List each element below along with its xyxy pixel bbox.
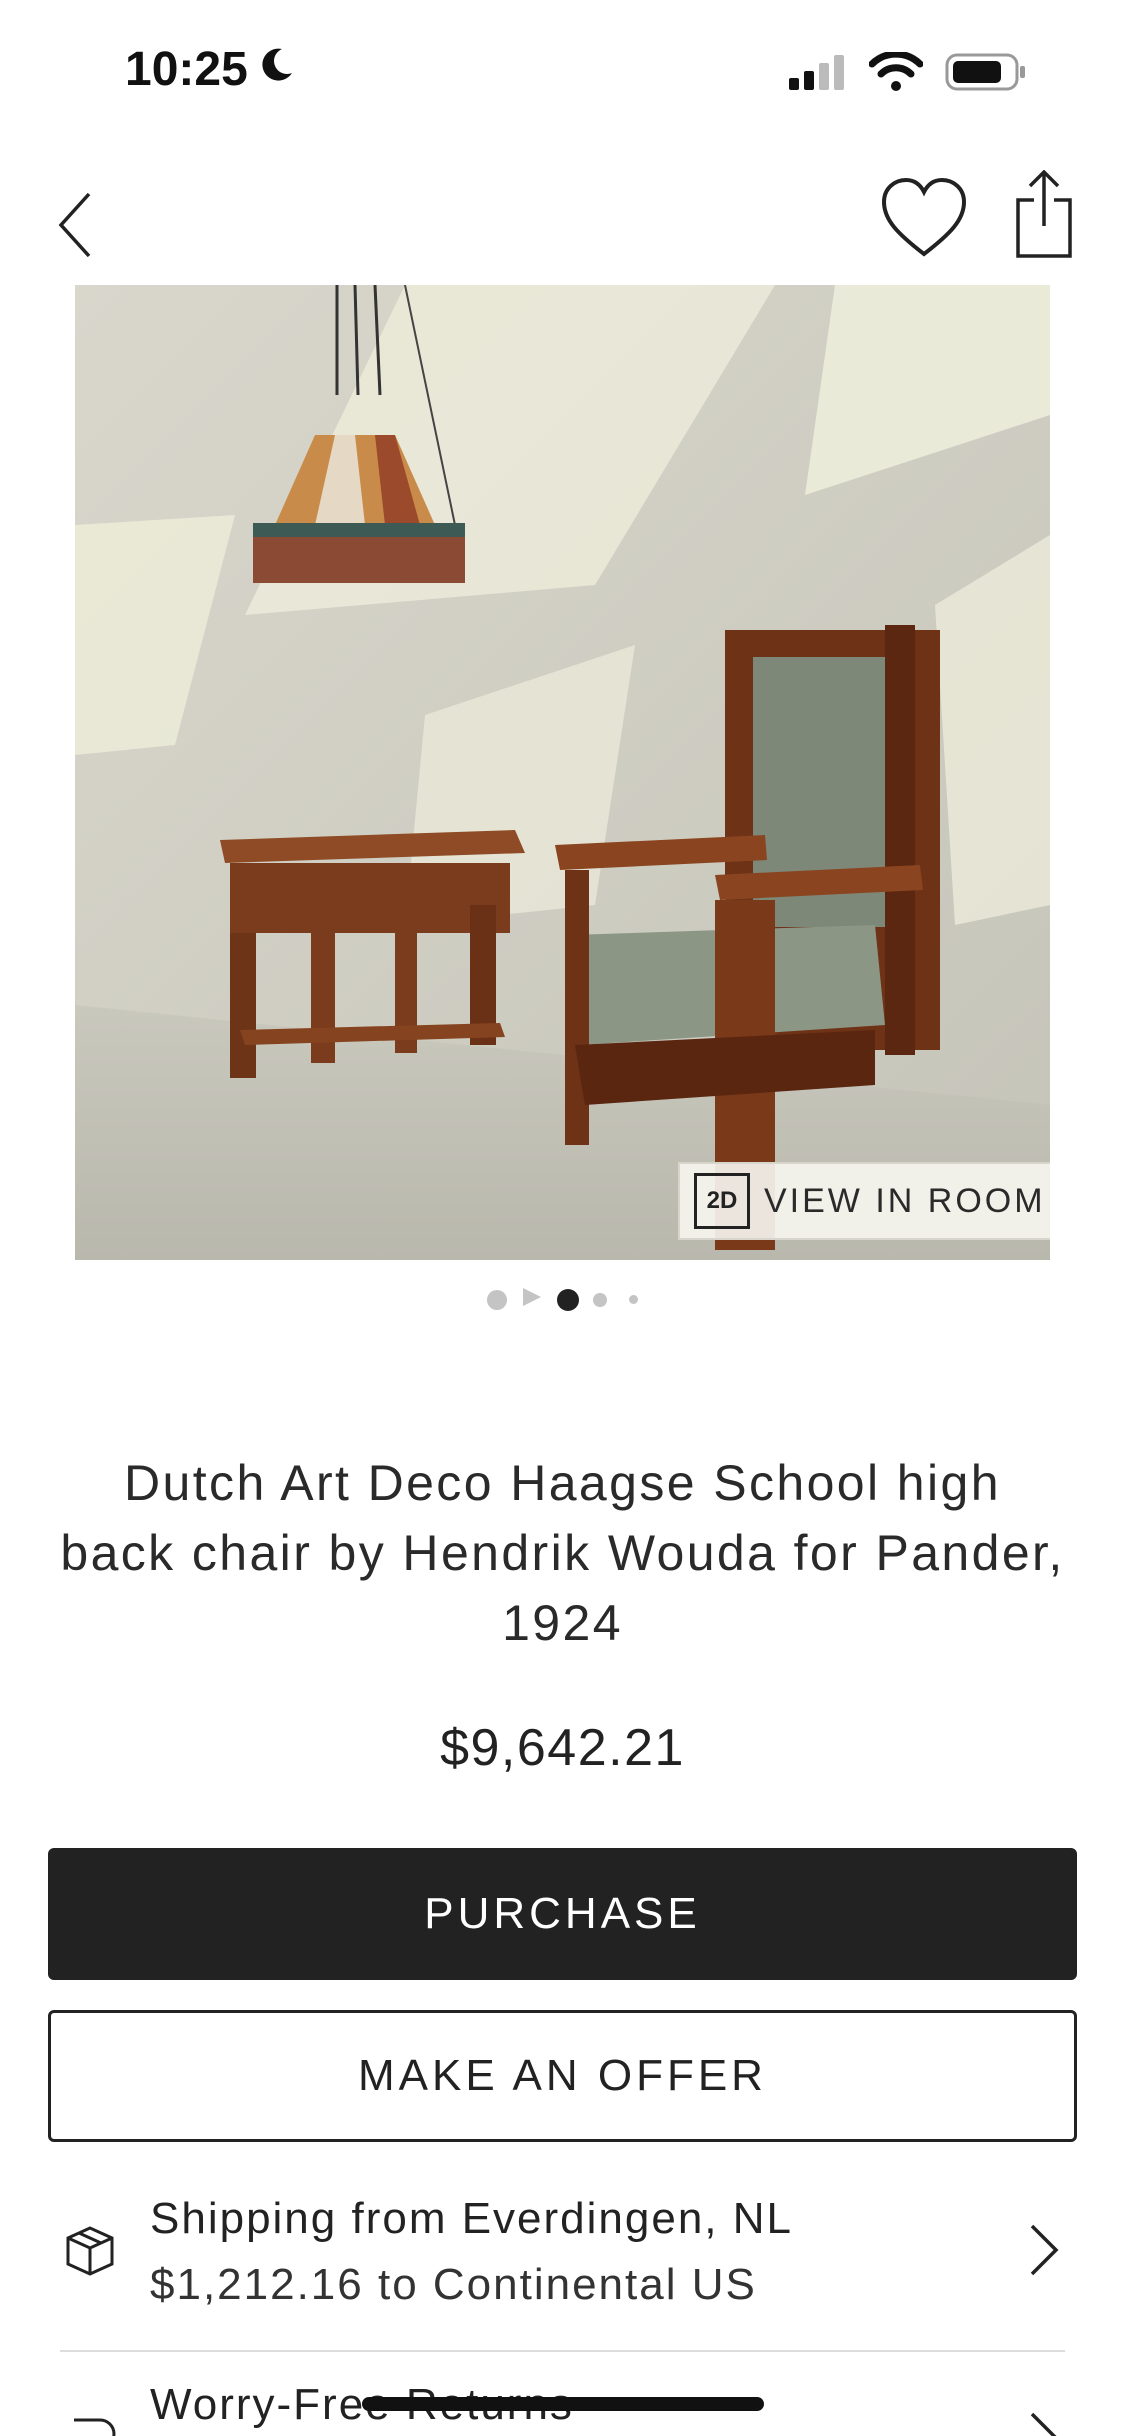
pager-dot[interactable] (593, 1292, 607, 1307)
shipping-origin: Shipping from Everdingen, NL (150, 2194, 793, 2243)
product-price: $9,642.21 (440, 1719, 685, 1777)
status-time: 10:25 (125, 42, 296, 97)
clock-text: 10:25 (125, 43, 248, 96)
product-photo (75, 285, 1050, 1260)
shipping-cost: $1,212.16 to Continental US (150, 2260, 757, 2309)
view-2d-icon: 2D (694, 1173, 750, 1229)
chevron-left-icon (58, 192, 91, 258)
pager-dot-active[interactable] (557, 1288, 579, 1311)
video-play-icon[interactable] (521, 1286, 543, 1313)
view-in-room-label: VIEW IN ROOM (764, 1181, 1046, 1220)
status-icons (789, 50, 1027, 97)
wifi-icon (868, 50, 924, 97)
shipping-row[interactable]: Shipping from Everdingen, NL $1,212.16 t… (0, 2180, 1125, 2320)
top-nav (0, 169, 1125, 280)
heart-icon (881, 177, 967, 257)
share-button[interactable] (1012, 169, 1076, 260)
badge-text: 2D (706, 1187, 738, 1214)
chevron-right-icon (1030, 2412, 1057, 2436)
status-bar: 10:25 (0, 0, 1125, 150)
favorite-button[interactable] (880, 176, 968, 264)
share-icon (1016, 169, 1072, 258)
signal-icon (789, 54, 847, 95)
image-pager[interactable] (0, 1286, 1125, 1313)
back-button[interactable] (45, 180, 105, 270)
view-in-room-button[interactable]: 2D VIEW IN ROOM (678, 1162, 1050, 1240)
purchase-button[interactable]: PURCHASE (48, 1848, 1077, 1980)
product-title: Dutch Art Deco Haagse School high back c… (60, 1455, 1065, 1651)
pager-dot[interactable] (629, 1295, 638, 1304)
product-image[interactable]: 2D VIEW IN ROOM (75, 285, 1050, 1260)
home-indicator[interactable] (362, 2397, 764, 2411)
make-offer-button[interactable]: MAKE AN OFFER (48, 2010, 1077, 2142)
package-icon (66, 2226, 114, 2276)
battery-icon (945, 52, 1027, 97)
moon-icon (256, 42, 296, 97)
chevron-right-icon (1030, 2224, 1059, 2276)
divider (60, 2350, 1065, 2352)
return-icon (74, 2418, 116, 2436)
pager-dot[interactable] (487, 1289, 507, 1310)
